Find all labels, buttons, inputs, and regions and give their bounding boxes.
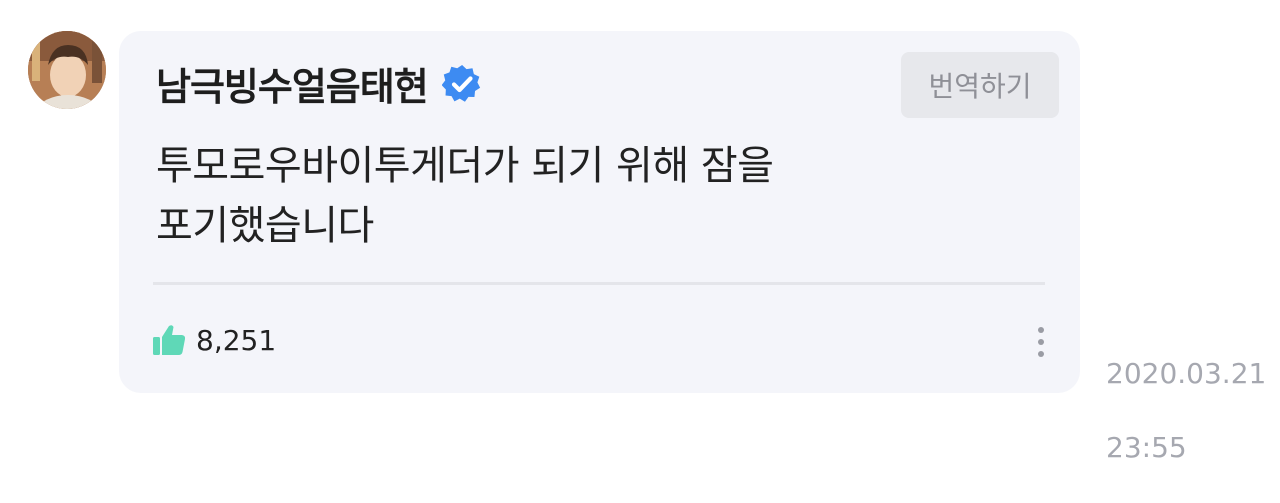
more-vertical-icon[interactable]	[1029, 322, 1053, 362]
like-button[interactable]: 8,251	[152, 323, 276, 357]
comment-timestamp: 2020.03.21 23:55	[1106, 318, 1266, 503]
avatar-image	[28, 31, 106, 109]
thumbs-up-icon	[153, 325, 186, 355]
comment-text: 투모로우바이투게더가 되기 위해 잠을 포기했습니다	[156, 143, 774, 249]
comment-author: 남극빙수얼음태현	[156, 56, 482, 111]
like-count: 8,251	[196, 323, 277, 357]
avatar[interactable]	[28, 31, 106, 109]
comment-date: 2020.03.21	[1106, 357, 1267, 390]
comment-time: 23:55	[1106, 431, 1187, 464]
author-name[interactable]: 남극빙수얼음태현	[156, 56, 429, 111]
comment-card: 남극빙수얼음태현 번역하기 투모로우바이투게더가 되기 위해 잠을 포기했습니다…	[119, 31, 1080, 393]
verified-badge-icon	[441, 64, 480, 102]
divider	[153, 282, 1045, 285]
translate-button[interactable]: 번역하기	[901, 52, 1059, 118]
